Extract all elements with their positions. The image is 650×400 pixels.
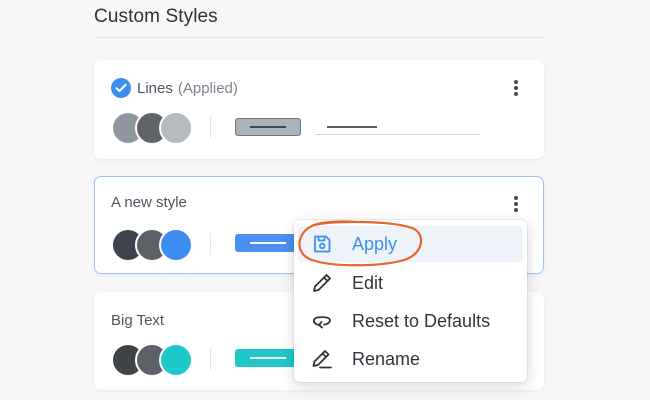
- check-circle-icon: [111, 78, 131, 98]
- color-swatches: [111, 343, 193, 377]
- divider: [210, 348, 211, 370]
- menu-item-label: Edit: [352, 272, 384, 293]
- menu-item-label: Reset to Defaults: [352, 310, 491, 331]
- style-name: Big Text: [111, 312, 165, 329]
- more-vertical-icon[interactable]: [509, 78, 523, 98]
- rename-icon: [310, 347, 334, 371]
- save-icon: [310, 232, 334, 256]
- line-style-button[interactable]: [235, 234, 301, 252]
- line-style-button[interactable]: [235, 349, 301, 367]
- line-style-button[interactable]: [235, 118, 301, 136]
- menu-item-label: Apply: [352, 233, 398, 254]
- style-card-lines[interactable]: Lines (Applied): [94, 60, 544, 159]
- title-divider: [94, 37, 544, 38]
- reset-icon: [310, 309, 334, 333]
- pencil-icon: [310, 271, 334, 295]
- menu-item-edit[interactable]: Edit: [298, 265, 523, 301]
- color-swatch: [159, 343, 193, 377]
- menu-item-rename[interactable]: Rename: [298, 341, 523, 377]
- style-name: Lines: [137, 79, 173, 97]
- style-name: A new style: [111, 194, 187, 211]
- divider: [210, 233, 211, 255]
- color-swatch: [159, 228, 193, 262]
- menu-item-apply[interactable]: Apply: [298, 226, 523, 262]
- applied-label: (Applied): [177, 79, 238, 97]
- menu-item-reset[interactable]: Reset to Defaults: [298, 303, 523, 339]
- color-swatches: [111, 228, 193, 262]
- style-context-menu: Apply Edit Reset to Defaults Rename: [294, 220, 527, 382]
- divider: [210, 116, 211, 138]
- style-name-row: Lines (Applied): [111, 78, 238, 98]
- more-vertical-icon[interactable]: [509, 194, 523, 214]
- menu-item-label: Rename: [352, 348, 421, 369]
- panel-title: Custom Styles: [94, 6, 218, 27]
- color-swatches: [111, 111, 193, 145]
- color-swatch: [159, 111, 193, 145]
